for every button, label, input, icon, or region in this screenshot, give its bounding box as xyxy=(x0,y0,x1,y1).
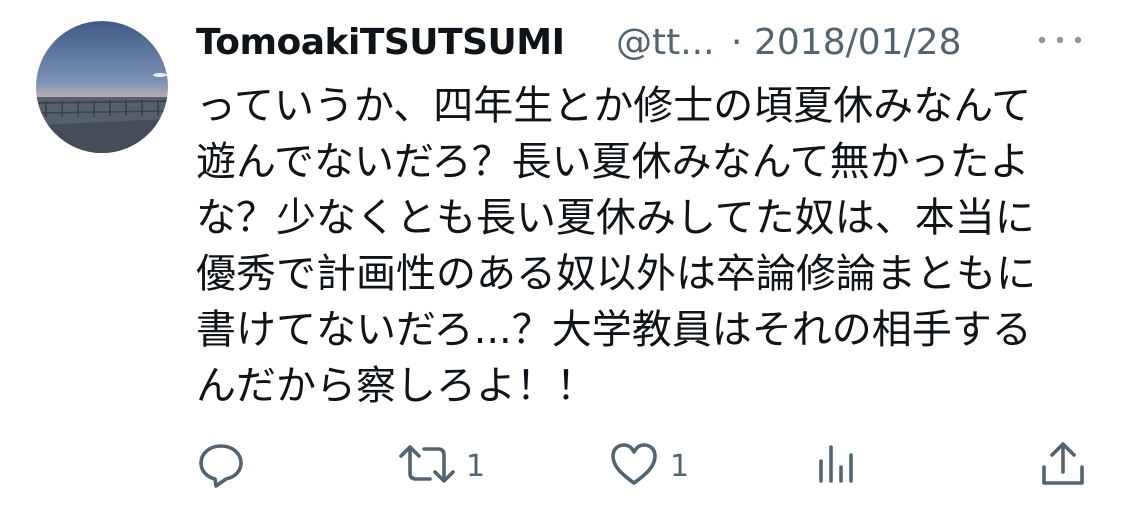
tweet[interactable]: TomoakiTSUTSUMI @tt... · 2018/01/28 っていう… xyxy=(0,0,1125,524)
tweet-actions: 1 1 xyxy=(0,440,1125,496)
tweet-date[interactable]: 2018/01/28 xyxy=(754,22,962,63)
tweet-text-line: っていうか、四年生とか修士の頃夏休みなんて xyxy=(196,83,1032,129)
reply-bubble-icon xyxy=(196,439,246,493)
tweet-text-line: んだから察しろよ！！ xyxy=(196,363,596,409)
like-count: 1 xyxy=(670,448,690,484)
author-handle[interactable]: @tt... xyxy=(616,22,715,63)
tweet-text-line: 遊んでないだろ？長い夏休みなんて無かったよ xyxy=(196,139,1030,185)
share-button[interactable] xyxy=(1040,440,1086,492)
header-separator: · xyxy=(731,22,743,63)
heart-icon xyxy=(608,439,660,493)
tweet-text-line: 優秀で計画性のある奴以外は卒論修論まともに xyxy=(196,251,1036,297)
reply-button[interactable] xyxy=(196,440,246,492)
tweet-text-line: な？少なくとも長い夏休みしてた奴は、本当に xyxy=(196,195,1035,241)
like-button[interactable]: 1 xyxy=(608,440,689,492)
analytics-button[interactable] xyxy=(815,440,861,492)
retweet-button[interactable]: 1 xyxy=(398,440,485,492)
tweet-text: っていうか、四年生とか修士の頃夏休みなんて 遊んでないだろ？長い夏休みなんて無か… xyxy=(196,78,1096,414)
tweet-text-line: 書けてないだろ...？大学教員はそれの相手する xyxy=(196,307,1032,353)
retweet-count: 1 xyxy=(466,448,486,484)
retweet-icon xyxy=(398,439,456,493)
more-options-icon[interactable] xyxy=(1034,24,1088,54)
tweet-header: TomoakiTSUTSUMI @tt... · 2018/01/28 xyxy=(196,14,1096,70)
author-display-name[interactable]: TomoakiTSUTSUMI xyxy=(196,22,565,63)
analytics-bars-icon xyxy=(815,439,861,493)
share-upload-icon xyxy=(1040,439,1086,493)
avatar[interactable] xyxy=(36,21,168,153)
